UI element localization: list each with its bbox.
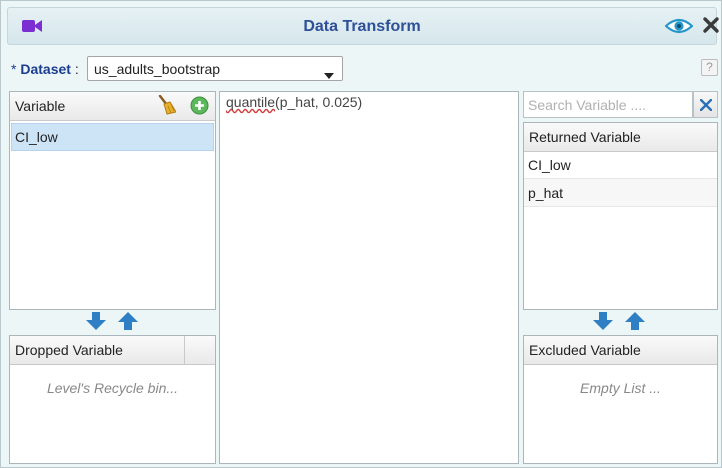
excluded-variable-panel: Excluded Variable Empty List ...: [523, 335, 718, 464]
variable-panel: Variable CI_low: [9, 91, 216, 310]
expression-arguments: (p_hat, 0.025): [275, 94, 363, 110]
variable-header-label: Variable: [15, 98, 66, 114]
returned-item-label: p_hat: [528, 185, 564, 201]
expression-function: quantile: [226, 94, 276, 110]
variable-item-label: CI_low: [15, 129, 58, 145]
list-item[interactable]: p_hat: [524, 179, 717, 207]
returned-variable-panel: Returned Variable CI_low p_hat: [523, 122, 718, 310]
dataset-selected-value: us_adults_bootstrap: [94, 61, 221, 77]
chevron-down-icon: [324, 66, 334, 82]
dataset-label-separator: :: [74, 61, 79, 77]
required-mark: *: [11, 61, 17, 77]
list-item[interactable]: CI_low: [524, 151, 717, 179]
excluded-header-label: Excluded Variable: [529, 342, 641, 358]
dropped-panel-header: Dropped Variable: [10, 336, 215, 365]
arrow-down-icon[interactable]: [592, 312, 614, 330]
arrow-down-icon[interactable]: [85, 312, 107, 330]
title-bar: Data Transform: [7, 7, 720, 45]
variable-panel-header: Variable: [10, 92, 215, 121]
close-icon[interactable]: [702, 16, 720, 37]
arrow-up-icon[interactable]: [624, 312, 646, 330]
search-box: [523, 91, 693, 118]
returned-panel-header: Returned Variable: [524, 123, 717, 152]
dataset-label: * Dataset :: [11, 61, 79, 77]
dataset-label-text: Dataset: [20, 61, 71, 77]
broom-icon[interactable]: [156, 94, 177, 118]
excluded-empty-message: Empty List ...: [580, 380, 661, 396]
returned-move-arrows: [592, 312, 646, 333]
dropped-empty-message: Level's Recycle bin...: [46, 380, 179, 396]
returned-item-label: CI_low: [528, 157, 571, 173]
expression-editor[interactable]: quantile(p_hat, 0.025): [219, 91, 519, 464]
excluded-panel-header: Excluded Variable: [524, 336, 717, 365]
arrow-up-icon[interactable]: [117, 312, 139, 330]
eye-icon[interactable]: [664, 18, 694, 37]
window-title: Data Transform: [303, 18, 421, 35]
expression-text: quantile(p_hat, 0.025): [226, 94, 362, 110]
dropped-variable-panel: Dropped Variable Level's Recycle bin...: [9, 335, 216, 464]
close-icon: [700, 99, 712, 111]
dropped-header-label: Dropped Variable: [15, 342, 123, 358]
dataset-select[interactable]: us_adults_bootstrap: [87, 56, 343, 81]
header-divider: [184, 336, 185, 364]
variable-move-arrows: [85, 312, 139, 333]
plus-circle-icon[interactable]: [190, 96, 209, 118]
search-input[interactable]: [528, 93, 692, 116]
list-item[interactable]: CI_low: [11, 123, 214, 151]
returned-header-label: Returned Variable: [529, 129, 641, 145]
clear-search-button[interactable]: [693, 91, 718, 118]
data-transform-window: Data Transform * Dataset : us_adults_boo…: [0, 0, 722, 468]
help-icon[interactable]: ?: [701, 59, 718, 76]
